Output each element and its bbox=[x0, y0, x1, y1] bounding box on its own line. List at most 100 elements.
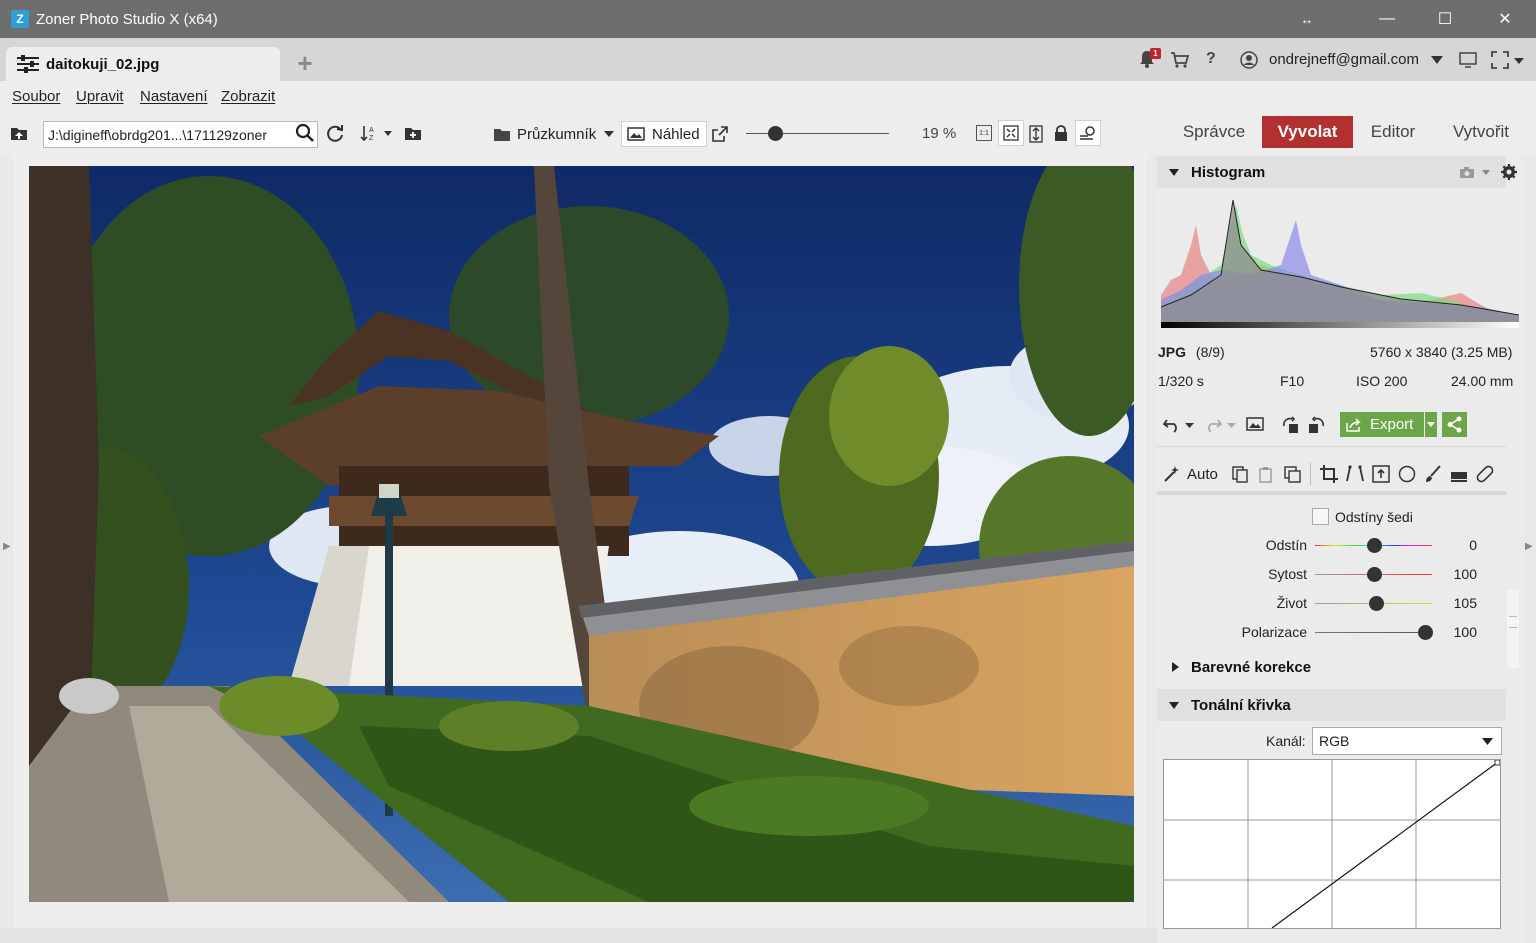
compare-button[interactable] bbox=[1075, 120, 1101, 146]
saturation-slider-thumb[interactable] bbox=[1366, 567, 1382, 582]
resize-icon[interactable]: ↔ bbox=[1284, 0, 1330, 38]
tool-divider bbox=[1310, 463, 1311, 485]
bandage-icon[interactable] bbox=[1476, 465, 1494, 483]
preview-button[interactable]: Náhled bbox=[621, 121, 707, 147]
photo-preview[interactable] bbox=[29, 166, 1134, 902]
radial-filter-icon[interactable] bbox=[1398, 465, 1416, 483]
histogram-header[interactable]: Histogram bbox=[1157, 156, 1506, 188]
maximize-button[interactable]: ☐ bbox=[1422, 0, 1468, 38]
vibrance-value: 105 bbox=[1453, 595, 1477, 611]
menu-file[interactable]: Soubor bbox=[12, 88, 60, 105]
action-row: Export bbox=[1157, 403, 1506, 447]
actual-size-button[interactable]: 1:1 bbox=[976, 125, 992, 141]
camera-icon[interactable] bbox=[1459, 166, 1475, 178]
gear-icon[interactable] bbox=[1501, 164, 1517, 180]
export-icon bbox=[1346, 417, 1361, 432]
close-button[interactable]: ✕ bbox=[1482, 0, 1528, 38]
sort-icon[interactable]: AZ bbox=[360, 124, 394, 142]
notifications-button[interactable]: 1 bbox=[1136, 48, 1161, 72]
expand-right-icon[interactable]: ▶ bbox=[1525, 541, 1533, 552]
help-button[interactable]: ? bbox=[1206, 50, 1216, 68]
magic-wand-icon[interactable] bbox=[1163, 465, 1181, 483]
exif-iso: ISO 200 bbox=[1356, 373, 1408, 389]
crop-icon[interactable] bbox=[1320, 465, 1338, 483]
chevron-down-icon bbox=[1427, 422, 1435, 427]
menu-view[interactable]: Zobrazit bbox=[221, 88, 275, 105]
chevron-down-icon[interactable] bbox=[1431, 56, 1443, 64]
vibrance-slider-thumb[interactable] bbox=[1368, 596, 1384, 611]
grayscale-checkbox[interactable] bbox=[1312, 508, 1329, 525]
image-icon[interactable] bbox=[1246, 416, 1264, 432]
svg-text:A: A bbox=[369, 127, 374, 134]
vibrance-slider[interactable] bbox=[1315, 596, 1432, 611]
chevron-down-icon[interactable] bbox=[1185, 423, 1194, 428]
document-tab[interactable]: daitokuji_02.jpg bbox=[6, 47, 280, 81]
search-icon[interactable] bbox=[295, 123, 315, 143]
paste-settings-icon[interactable] bbox=[1258, 466, 1275, 483]
brush-icon[interactable] bbox=[1424, 465, 1442, 483]
zoom-slider-thumb[interactable] bbox=[767, 126, 783, 141]
window-title: Zoner Photo Studio X (x64) bbox=[36, 10, 218, 28]
monitor-icon[interactable] bbox=[1459, 51, 1477, 69]
user-icon bbox=[1240, 51, 1258, 69]
chevron-down-icon[interactable] bbox=[1514, 58, 1524, 64]
copy-settings-icon[interactable] bbox=[1232, 466, 1249, 483]
toolbar: AZ Průzkumník Náhled 19 % 1:1 bbox=[0, 113, 1536, 155]
add-tab-button[interactable]: + bbox=[292, 50, 318, 76]
tab-manager[interactable]: Správce bbox=[1172, 116, 1256, 148]
panel-scrollbar[interactable] bbox=[1507, 590, 1519, 668]
path-input[interactable] bbox=[43, 121, 318, 148]
menu-settings[interactable]: Nastavení bbox=[140, 88, 208, 105]
perspective-icon[interactable] bbox=[1346, 465, 1364, 483]
tone-curve-editor[interactable] bbox=[1163, 759, 1501, 929]
rotate-left-icon[interactable] bbox=[1282, 416, 1300, 434]
document-tab-label: daitokuji_02.jpg bbox=[46, 55, 160, 73]
develop-panel: Histogram JPG (8/9) 5760 x 3840 (3.25 MB… bbox=[1157, 155, 1523, 943]
exif-focal: 24.00 mm bbox=[1451, 373, 1514, 389]
channel-select[interactable]: RGB bbox=[1312, 727, 1502, 755]
zoom-value: 19 % bbox=[922, 125, 957, 142]
fit-to-window-button[interactable] bbox=[998, 120, 1024, 146]
redo-icon[interactable] bbox=[1204, 417, 1222, 433]
grayscale-label: Odstíny šedi bbox=[1335, 509, 1413, 525]
cart-icon[interactable] bbox=[1170, 51, 1190, 69]
minimize-button[interactable]: — bbox=[1364, 0, 1410, 38]
fullscreen-icon[interactable] bbox=[1491, 51, 1509, 69]
saturation-slider[interactable] bbox=[1315, 567, 1432, 582]
duplicate-icon[interactable] bbox=[1284, 466, 1301, 483]
tab-create[interactable]: Vytvořit bbox=[1440, 116, 1522, 148]
export-dropdown-button[interactable] bbox=[1425, 412, 1437, 437]
eraser-icon[interactable] bbox=[1450, 465, 1468, 483]
chevron-down-icon[interactable] bbox=[1482, 170, 1490, 175]
chevron-down-icon[interactable] bbox=[1227, 423, 1236, 428]
new-folder-icon[interactable] bbox=[404, 125, 422, 141]
refresh-icon[interactable] bbox=[325, 123, 345, 143]
file-format: JPG bbox=[1158, 344, 1187, 360]
fit-height-icon[interactable] bbox=[1028, 125, 1044, 143]
hue-slider-thumb[interactable] bbox=[1366, 538, 1382, 553]
export-label: Export bbox=[1370, 416, 1414, 433]
rotate-right-icon[interactable] bbox=[1307, 416, 1325, 434]
user-email[interactable]: ondrejneff@gmail.com bbox=[1269, 51, 1419, 68]
adjustments-icon bbox=[17, 55, 39, 73]
tone-curve-header[interactable]: Tonální křivka bbox=[1157, 689, 1506, 721]
expand-left-icon[interactable]: ▶ bbox=[3, 541, 11, 552]
tab-develop[interactable]: Vyvolat bbox=[1262, 116, 1353, 148]
tab-editor[interactable]: Editor bbox=[1360, 116, 1426, 148]
menu-edit[interactable]: Upravit bbox=[76, 88, 124, 105]
polarization-slider[interactable] bbox=[1315, 625, 1433, 640]
zoom-slider[interactable] bbox=[746, 126, 889, 141]
hue-slider[interactable] bbox=[1315, 538, 1432, 553]
auto-button[interactable]: Auto bbox=[1187, 466, 1218, 483]
open-external-icon[interactable] bbox=[712, 126, 728, 142]
undo-icon[interactable] bbox=[1163, 417, 1181, 433]
export-button[interactable]: Export bbox=[1340, 412, 1424, 437]
collapse-triangle-icon bbox=[1169, 168, 1179, 176]
polarization-slider-thumb[interactable] bbox=[1417, 625, 1433, 640]
color-corrections-header[interactable]: Barevné korekce bbox=[1157, 651, 1506, 683]
folder-up-icon[interactable] bbox=[10, 125, 28, 141]
lock-icon[interactable] bbox=[1054, 125, 1068, 142]
explorer-button[interactable]: Průzkumník bbox=[493, 121, 615, 147]
graduated-filter-icon[interactable] bbox=[1372, 465, 1390, 483]
share-button[interactable] bbox=[1442, 412, 1467, 437]
